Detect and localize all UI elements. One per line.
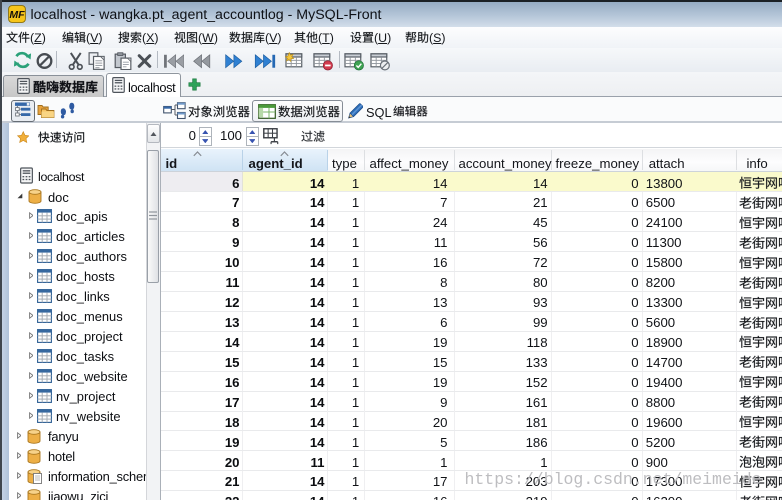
svg-text:MF: MF — [9, 9, 25, 21]
